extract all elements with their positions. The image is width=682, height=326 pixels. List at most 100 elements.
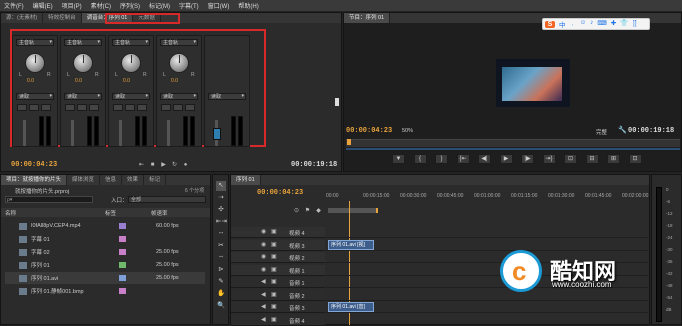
lift-icon[interactable]: ⊟ <box>585 154 599 164</box>
ime-item-icon[interactable]: 中 <box>559 19 566 29</box>
marker-icon[interactable]: ⚑ <box>304 208 311 215</box>
hand-icon[interactable]: ✋ <box>216 289 226 299</box>
marker-icon[interactable]: ▼ <box>392 154 405 164</box>
tab-sequence[interactable]: 序列 01 <box>231 175 261 185</box>
list-item[interactable]: 字幕 01 <box>5 233 205 245</box>
zoom-icon[interactable]: 🔍 <box>216 301 226 311</box>
lock-icon[interactable]: ▣ <box>271 241 277 248</box>
lock-icon[interactable]: ▣ <box>271 228 277 235</box>
channel-output-select[interactable]: 主音轨 <box>112 39 150 46</box>
speaker-icon[interactable]: ◀ <box>261 291 266 298</box>
wrench-icon[interactable]: 🔧 <box>618 126 627 134</box>
tab-project-3[interactable]: 效果 <box>122 175 145 185</box>
extract-icon[interactable]: ⊞ <box>607 154 620 164</box>
mute-button[interactable] <box>113 104 123 111</box>
menu-item[interactable]: 序列(S) <box>120 1 140 10</box>
eye-icon[interactable]: ◉ <box>261 253 266 260</box>
automation-select[interactable]: 读取 <box>208 93 246 100</box>
loop-icon[interactable]: ↻ <box>171 162 178 169</box>
menu-item[interactable]: 字幕(T) <box>179 1 199 10</box>
fader-track[interactable] <box>167 120 170 146</box>
pan-knob-icon[interactable] <box>25 53 45 73</box>
razor-icon[interactable]: ✂ <box>216 241 226 251</box>
ime-item-icon[interactable]: 👕 <box>620 19 628 29</box>
mark-out-icon[interactable]: } <box>435 154 448 164</box>
col-name[interactable]: 名称 <box>5 209 16 217</box>
list-item[interactable]: 字幕 02 25.00 fps <box>5 246 205 258</box>
record-icon[interactable]: ● <box>182 162 189 169</box>
menu-item[interactable]: 编辑(E) <box>33 1 53 10</box>
slide-icon[interactable]: ⊳ <box>216 265 226 275</box>
menu-item[interactable]: 文件(F) <box>4 1 24 10</box>
tab-program[interactable]: 节目：序列 01 <box>344 13 391 23</box>
channel-output-select[interactable]: 主音轨 <box>160 39 198 46</box>
tab-project-1[interactable]: 媒体浏览 <box>67 175 101 185</box>
goto-out-icon[interactable]: ⇥} <box>542 154 556 164</box>
solo-button[interactable] <box>29 104 39 111</box>
pan-knob-icon[interactable] <box>121 53 141 73</box>
record-button[interactable] <box>185 104 195 111</box>
eye-icon[interactable]: ◉ <box>261 228 266 235</box>
channel-output-select[interactable]: 主音轨 <box>64 39 102 46</box>
list-item[interactable]: 序列 01.静帧001.bmp <box>5 285 205 297</box>
solo-button[interactable] <box>173 104 183 111</box>
search-input[interactable]: ρ▾ <box>5 196 93 203</box>
tab-project-4[interactable]: 标记 <box>144 175 167 185</box>
menu-item[interactable]: 标记(M) <box>149 1 170 10</box>
step-back-icon[interactable]: ◀| <box>478 154 491 164</box>
menu-item[interactable]: 项目(P) <box>62 1 82 10</box>
automation-select[interactable]: 读取 <box>160 93 198 100</box>
ime-item-icon[interactable]: ✚ <box>611 19 616 29</box>
ime-item-icon[interactable]: ㆍ <box>570 19 576 29</box>
export-frame-icon[interactable]: ⊡ <box>628 154 642 164</box>
menu-item[interactable]: 素材(C) <box>91 1 111 10</box>
speaker-icon[interactable]: ◀ <box>261 303 266 310</box>
speaker-icon[interactable]: ◀ <box>261 278 266 285</box>
lock-icon[interactable]: ▣ <box>271 253 277 260</box>
work-area-bar[interactable] <box>328 208 378 213</box>
selection-icon[interactable]: ↖ <box>216 181 226 191</box>
timeline-clip[interactable]: 序列 01.avi [视] <box>328 239 374 250</box>
lock-icon[interactable]: ▣ <box>271 291 277 298</box>
snap-icon[interactable]: ⊙ <box>293 208 300 215</box>
list-item[interactable]: I0fAll8pV.CEP4.mp4 60.00 fps <box>5 220 205 232</box>
goto-in-icon[interactable]: ⇤ <box>138 162 145 169</box>
list-item[interactable]: 序列 01.avi 25.00 fps <box>5 272 205 284</box>
entry-select[interactable]: 全部 <box>128 196 206 203</box>
lock-icon[interactable]: ▣ <box>271 316 277 323</box>
record-button[interactable] <box>137 104 147 111</box>
program-quality-select[interactable]: 完整 <box>596 128 607 136</box>
automation-select[interactable]: 读取 <box>112 93 150 100</box>
ime-item-icon[interactable]: ⣿ <box>632 19 637 29</box>
tab-source-1[interactable]: 特效控制台 <box>43 13 82 23</box>
play-icon[interactable]: ▶ <box>160 162 167 169</box>
lock-icon[interactable]: ▣ <box>271 303 277 310</box>
pan-knob-icon[interactable] <box>169 53 189 73</box>
solo-button[interactable] <box>77 104 87 111</box>
eye-icon[interactable]: ◉ <box>261 241 266 248</box>
fader-handle[interactable] <box>213 128 221 140</box>
fader-track[interactable] <box>119 120 122 146</box>
record-button[interactable] <box>41 104 51 111</box>
fader-track[interactable] <box>71 120 74 146</box>
col-label[interactable]: 标签 <box>105 209 116 217</box>
rolling-edit-icon[interactable]: ⇤⇥ <box>216 217 227 227</box>
eye-icon[interactable]: ◉ <box>261 266 266 273</box>
program-scrubber[interactable] <box>346 139 680 147</box>
timeline-clip[interactable]: 序列 01.avi [音] <box>328 302 374 312</box>
track-select-icon[interactable]: ⇢ <box>216 193 226 203</box>
keyframe-icon[interactable]: ◆ <box>315 208 322 215</box>
mute-button[interactable] <box>161 104 171 111</box>
menu-item[interactable]: 帮助(H) <box>238 1 258 10</box>
slip-icon[interactable]: ⇔ <box>216 253 226 263</box>
pan-knob-icon[interactable] <box>73 53 93 73</box>
program-zoom-select[interactable]: 50% <box>402 128 413 134</box>
ime-item-icon[interactable]: ⌨ <box>597 19 606 29</box>
list-item[interactable]: 序列 01 25.00 fps <box>5 259 205 271</box>
automation-select[interactable]: 读取 <box>16 93 54 100</box>
lock-icon[interactable]: ▣ <box>271 266 277 273</box>
goto-in-icon[interactable]: {⇤ <box>456 154 470 164</box>
automation-select[interactable]: 读取 <box>64 93 102 100</box>
col-fps[interactable]: 帧速率 <box>151 209 168 217</box>
lock-icon[interactable]: ▣ <box>271 278 277 285</box>
